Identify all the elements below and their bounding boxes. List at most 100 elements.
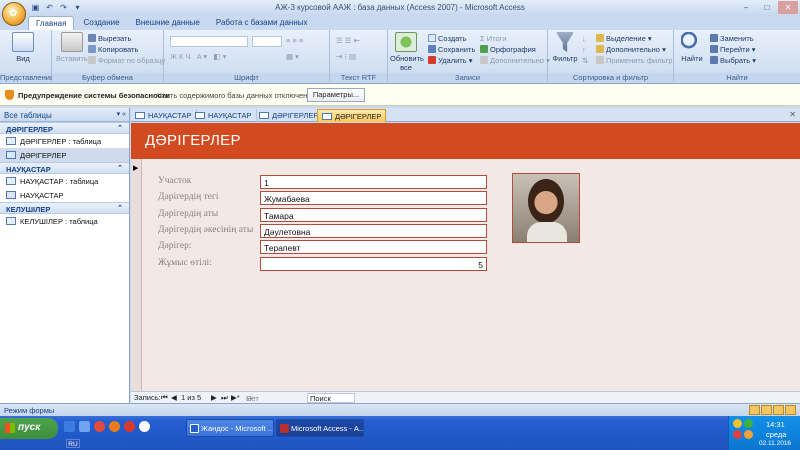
nav-group-doctors[interactable]: ДӘРІГЕРЛЕР ⌃ [0, 122, 129, 134]
firefox-icon[interactable] [109, 421, 120, 432]
nav-group-patients[interactable]: НАУҚАСТАР ⌃ [0, 162, 129, 174]
opera-icon[interactable] [94, 421, 105, 432]
records-more-button[interactable]: Дополнительно ▾ [480, 56, 550, 65]
font-size-combo[interactable] [252, 36, 282, 47]
tab-external-data[interactable]: Внешние данные [129, 16, 207, 30]
clock-time[interactable]: 14:31 [766, 420, 785, 429]
field-patronymic[interactable]: Дәулетовна [260, 224, 487, 238]
select-button[interactable]: Выбрать ▾ [710, 56, 756, 65]
spelling-button[interactable]: Орфография [480, 45, 536, 54]
minimize-button[interactable]: – [736, 1, 756, 14]
toggle-filter-button[interactable]: Применить фильтр [596, 56, 673, 65]
network-icon[interactable] [744, 419, 753, 428]
layout-view-icon[interactable] [773, 405, 784, 415]
tab-home[interactable]: Главная [28, 16, 75, 30]
show-desktop-icon[interactable] [79, 421, 90, 432]
nav-item-doctors-table[interactable]: ДӘРІГЕРЛЕР : таблица [0, 134, 129, 148]
ie-icon[interactable] [64, 421, 75, 432]
font-name-combo[interactable] [170, 36, 248, 47]
goto-button[interactable]: Перейти ▾ [710, 45, 756, 54]
select-cursor-icon [710, 56, 718, 64]
last-record-icon[interactable]: ⏭ [221, 393, 228, 403]
form-icon [195, 112, 205, 119]
field-experience[interactable]: 5 [260, 257, 487, 271]
start-button[interactable]: пуск [0, 418, 58, 439]
security-options-button[interactable]: Параметры... [307, 88, 365, 102]
first-record-icon[interactable]: ⏮ [161, 393, 168, 403]
undo-icon[interactable]: ↶ [44, 2, 55, 13]
copy-button[interactable]: Копировать [88, 45, 138, 54]
tab-create[interactable]: Создание [76, 16, 126, 30]
save-icon [428, 45, 436, 53]
volume-icon[interactable] [744, 430, 753, 439]
customize-qat-icon[interactable]: ▾ [72, 2, 83, 13]
view-button[interactable]: Вид [12, 32, 34, 63]
nav-item-visitors-table[interactable]: КЕЛУШІЛЕР : таблица [0, 214, 129, 228]
close-button[interactable]: ✕ [778, 1, 798, 14]
field-first-name[interactable]: Тамара [260, 208, 487, 222]
doc-tab-patients-table[interactable]: НАУҚАСТАР [131, 109, 197, 122]
totals-button[interactable]: Σ Итоги [480, 34, 507, 43]
nav-item-patients-form[interactable]: НАУҚАСТАР [0, 188, 129, 202]
search-box[interactable]: Поиск [307, 393, 355, 403]
format-painter-button[interactable]: Формат по образцу [88, 56, 165, 65]
yandex-icon[interactable] [139, 421, 150, 432]
advanced-filter-button[interactable]: Дополнительно ▾ [596, 45, 666, 54]
doc-tab-doctors-table[interactable]: ДӘРІГЕРЛЕР [255, 109, 324, 122]
nav-item-patients-table[interactable]: НАУҚАСТАР : таблица [0, 174, 129, 188]
record-position[interactable]: 1 из 5 [181, 393, 201, 402]
tray-app-icon[interactable] [733, 419, 742, 428]
cut-button[interactable]: Вырезать [88, 34, 131, 43]
doc-tab-doctors-form[interactable]: ДӘРІГЕРЛЕР [317, 109, 387, 122]
taskbar-item-access[interactable]: Microsoft Access - А... [276, 419, 364, 437]
clear-sort-icon[interactable]: ⇅ [582, 56, 588, 65]
security-warning-message: Часть содержимого базы данных отключено [157, 91, 312, 100]
sort-asc-icon[interactable]: ↓ [582, 34, 586, 43]
office-button[interactable]: ✿ [2, 2, 26, 26]
field-specialty[interactable]: Терапевт [260, 240, 487, 254]
maximize-button[interactable]: □ [757, 1, 777, 14]
security-center-icon[interactable] [733, 430, 742, 439]
refresh-all-button[interactable]: Обновить все [390, 32, 424, 72]
field-district[interactable]: 1 [260, 175, 487, 189]
nav-group-visitors[interactable]: КЕЛУШІЛЕР ⌃ [0, 202, 129, 214]
app-icon[interactable] [124, 421, 135, 432]
new-record-icon[interactable]: ▶* [231, 393, 240, 402]
nav-pane-controls-icon[interactable]: ▾ « [117, 110, 126, 118]
language-indicator[interactable]: RU [66, 439, 80, 448]
bold-italic-underline[interactable]: Ж К Ч A ▾ ◧ ▾ [170, 52, 226, 61]
close-document-icon[interactable]: ✕ [789, 110, 796, 119]
find-button[interactable]: Найти [678, 32, 706, 63]
doc-tab-patients-form[interactable]: НАУҚАСТАР [191, 109, 257, 122]
form-view-icon[interactable] [749, 405, 760, 415]
field-surname[interactable]: Жумабаева [260, 191, 487, 205]
rtf-buttons-row2[interactable]: ⇥ ⁝ ▤ [336, 52, 356, 61]
field-label-district: Участок [158, 176, 192, 186]
tab-database-tools[interactable]: Работа с базами данных [209, 16, 315, 30]
filter-button[interactable]: Фильтр [550, 32, 580, 63]
redo-icon[interactable]: ↷ [58, 2, 69, 13]
form-header: ДӘРІГЕРЛЕР [131, 123, 800, 159]
design-view-icon[interactable] [785, 405, 796, 415]
replace-button[interactable]: Заменить [710, 34, 754, 43]
view-switcher [749, 405, 796, 415]
selection-filter-button[interactable]: Выделение ▾ [596, 34, 652, 43]
sort-desc-icon[interactable]: ↑ [582, 45, 586, 54]
datasheet-view-icon[interactable] [761, 405, 772, 415]
rtf-buttons-row1[interactable]: ☰ ☰ ⇤ [336, 36, 360, 45]
refresh-icon [395, 32, 417, 52]
save-record-button[interactable]: Сохранить [428, 45, 475, 54]
taskbar-item-word[interactable]: Жандос - Microsoft ... [186, 419, 274, 437]
delete-record-button[interactable]: Удалить ▾ [428, 56, 473, 65]
new-record-button[interactable]: Создать [428, 34, 467, 43]
paste-button[interactable]: Вставить [56, 32, 88, 63]
nav-item-doctors-form[interactable]: ДӘРІГЕРЛЕР [0, 148, 129, 162]
prev-record-icon[interactable]: ◀ [171, 393, 177, 402]
record-selector[interactable]: ▶ [131, 159, 142, 391]
nav-pane-header[interactable]: Все таблицы ▾ « [0, 108, 129, 122]
gridlines-button[interactable]: ▦ ▾ [286, 52, 299, 61]
save-icon[interactable]: ▣ [30, 2, 41, 13]
align-buttons[interactable]: ≡ ≡ ≡ [286, 36, 303, 45]
next-record-icon[interactable]: ▶ [211, 393, 217, 402]
sigma-icon: Σ [480, 34, 487, 43]
